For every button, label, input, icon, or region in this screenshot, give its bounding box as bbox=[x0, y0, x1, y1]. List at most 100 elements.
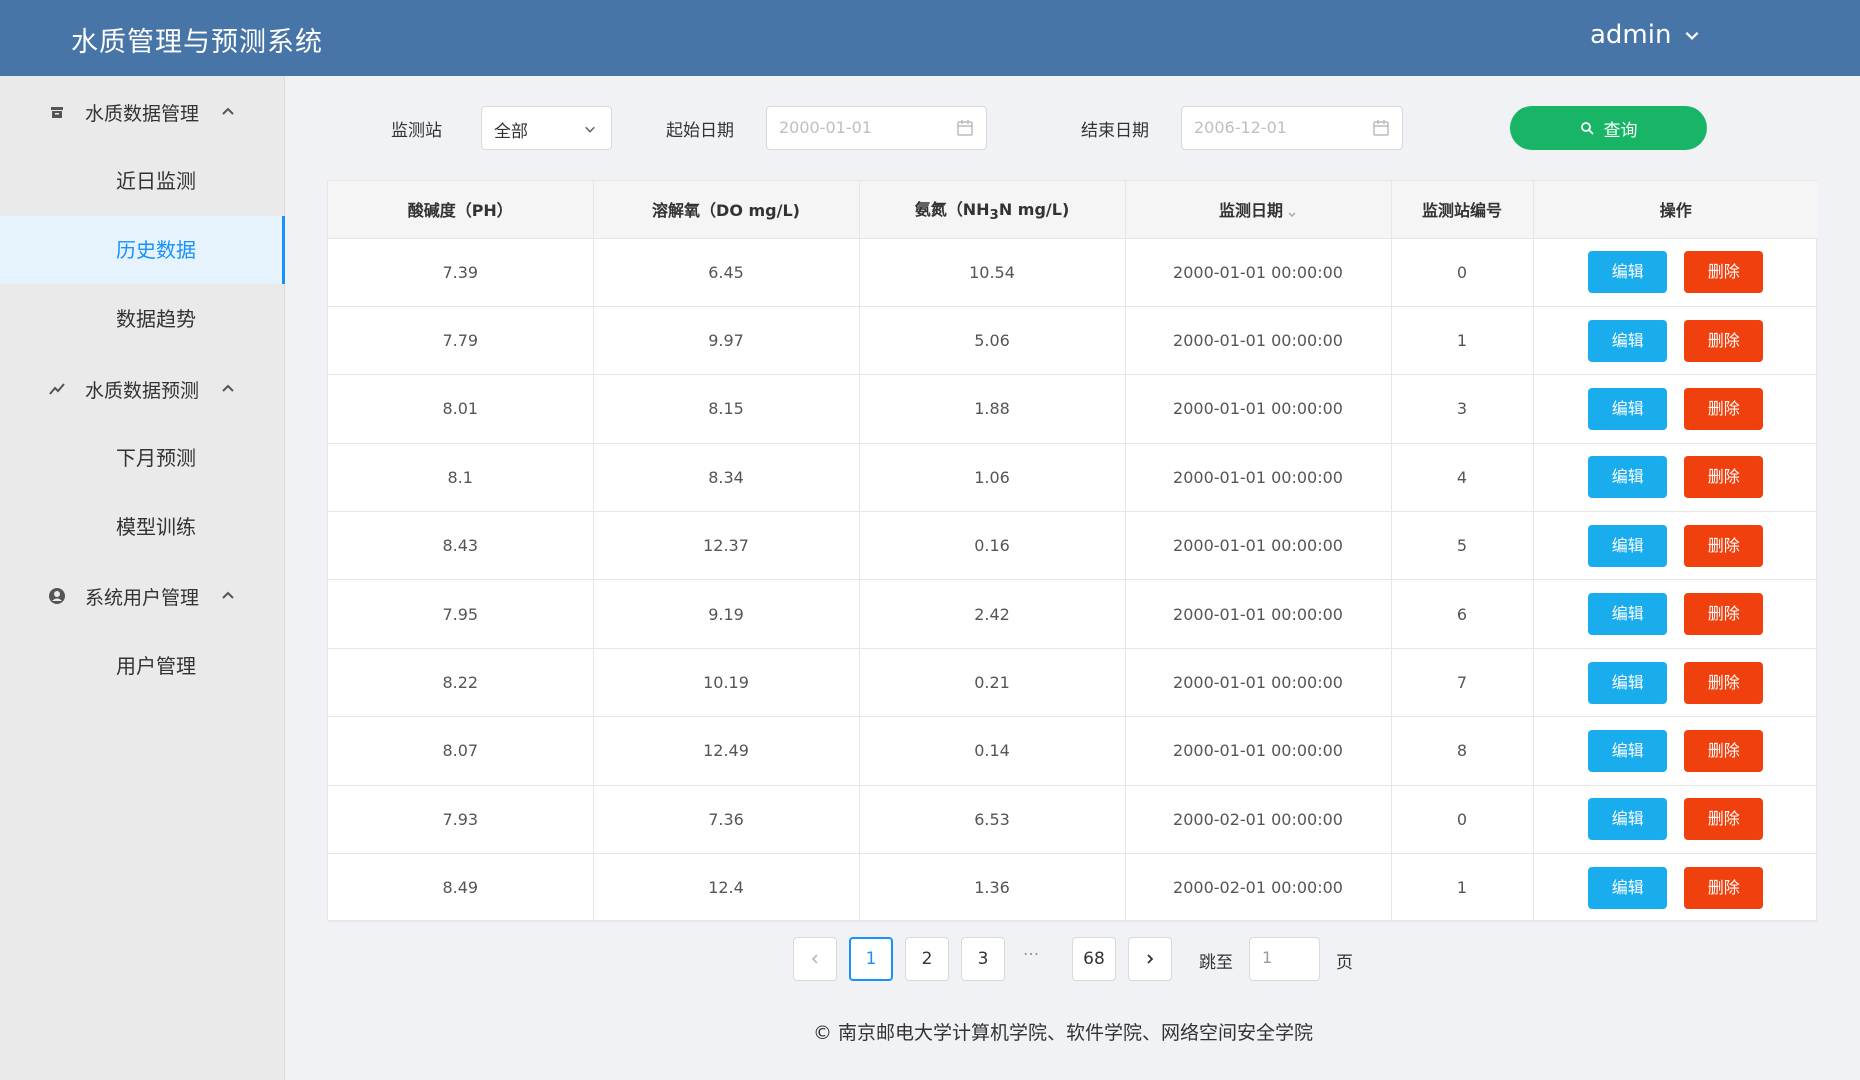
prev-page-button[interactable] bbox=[793, 937, 837, 981]
cell-station: 7 bbox=[1391, 648, 1534, 718]
page-button-1[interactable]: 1 bbox=[849, 937, 893, 981]
edit-button[interactable]: 编辑 bbox=[1588, 729, 1668, 772]
edit-button[interactable]: 编辑 bbox=[1588, 456, 1668, 499]
sidebar-item-data-trend[interactable]: 数据趋势 bbox=[0, 285, 285, 353]
chevron-down-icon bbox=[585, 126, 595, 133]
delete-button[interactable]: 删除 bbox=[1684, 319, 1764, 362]
chevron-up-icon bbox=[222, 591, 234, 599]
cell-ops: 编辑 删除 bbox=[1533, 648, 1818, 718]
end-date-placeholder: 2006-12-01 bbox=[1194, 118, 1287, 137]
cell-ph: 8.1 bbox=[328, 443, 594, 513]
delete-button[interactable]: 删除 bbox=[1684, 661, 1764, 704]
menu-group-label: 水质数据管理 bbox=[85, 102, 200, 125]
table-row: 8.01 8.15 1.88 2000-01-01 00:00:00 3 编辑 删除 bbox=[328, 374, 1818, 444]
sidebar-item-model-training[interactable]: 模型训练 bbox=[0, 493, 285, 561]
chevron-up-icon bbox=[222, 384, 234, 392]
cell-date: 2000-01-01 00:00:00 bbox=[1125, 306, 1392, 376]
cell-do: 9.97 bbox=[593, 306, 860, 376]
edit-button[interactable]: 编辑 bbox=[1588, 798, 1668, 841]
menu-group-prediction[interactable]: 水质数据预测 bbox=[0, 359, 285, 419]
cell-do: 9.19 bbox=[593, 579, 860, 649]
search-icon bbox=[1580, 122, 1594, 135]
cell-nh: 6.53 bbox=[859, 785, 1126, 855]
page-button-2[interactable]: 2 bbox=[905, 937, 949, 981]
cell-date: 2000-01-01 00:00:00 bbox=[1125, 579, 1392, 649]
start-date-input[interactable]: 2000-01-01 bbox=[766, 106, 987, 150]
cell-date: 2000-01-01 00:00:00 bbox=[1125, 511, 1392, 581]
cell-nh: 10.54 bbox=[859, 238, 1126, 307]
calendar-icon bbox=[957, 120, 973, 136]
delete-button[interactable]: 删除 bbox=[1684, 729, 1764, 772]
column-header-ph[interactable]: 酸碱度（PH） bbox=[328, 181, 594, 239]
cell-ph: 7.79 bbox=[328, 306, 594, 376]
end-date-label: 结束日期 bbox=[1081, 121, 1149, 141]
delete-button[interactable]: 删除 bbox=[1684, 866, 1764, 909]
edit-button[interactable]: 编辑 bbox=[1588, 593, 1668, 636]
cell-ops: 编辑 删除 bbox=[1533, 785, 1818, 855]
column-header-date[interactable]: 监测日期 bbox=[1125, 181, 1392, 239]
query-button[interactable]: 查询 bbox=[1510, 106, 1707, 150]
page-suffix: 页 bbox=[1336, 953, 1353, 973]
cell-station: 6 bbox=[1391, 579, 1534, 649]
cell-nh: 1.88 bbox=[859, 374, 1126, 444]
sidebar-item-next-month-forecast[interactable]: 下月预测 bbox=[0, 424, 285, 492]
edit-button[interactable]: 编辑 bbox=[1588, 524, 1668, 567]
station-select[interactable]: 全部 bbox=[481, 106, 612, 150]
column-header-ops: 操作 bbox=[1533, 181, 1818, 239]
table-row: 7.79 9.97 5.06 2000-01-01 00:00:00 1 编辑 删除 bbox=[328, 306, 1818, 376]
next-page-button[interactable] bbox=[1128, 937, 1172, 981]
cell-ops: 编辑 删除 bbox=[1533, 374, 1818, 444]
edit-button[interactable]: 编辑 bbox=[1588, 866, 1668, 909]
sidebar: 水质数据管理 近日监测 历史数据 数据趋势 水质数据预测 下月预测 模型训练 系… bbox=[0, 76, 285, 1080]
delete-button[interactable]: 删除 bbox=[1684, 456, 1764, 499]
sort-icon[interactable] bbox=[1287, 207, 1297, 217]
page-button-last[interactable]: 68 bbox=[1072, 937, 1116, 981]
sidebar-item-recent-monitoring[interactable]: 近日监测 bbox=[0, 147, 285, 215]
cell-ops: 编辑 删除 bbox=[1533, 511, 1818, 581]
edit-button[interactable]: 编辑 bbox=[1588, 387, 1668, 430]
column-header-station[interactable]: 监测站编号 bbox=[1391, 181, 1534, 239]
user-menu[interactable]: admin bbox=[1590, 20, 1701, 50]
column-header-nh3n[interactable]: 氨氮（NH3N mg/L) bbox=[859, 181, 1126, 239]
sidebar-item-history-data[interactable]: 历史数据 bbox=[0, 216, 285, 284]
cell-ph: 8.22 bbox=[328, 648, 594, 718]
page-button-3[interactable]: 3 bbox=[961, 937, 1005, 981]
sidebar-item-user-management[interactable]: 用户管理 bbox=[0, 632, 285, 700]
table-row: 8.07 12.49 0.14 2000-01-01 00:00:00 8 编辑 删除 bbox=[328, 716, 1818, 786]
cell-ph: 8.07 bbox=[328, 716, 594, 786]
delete-button[interactable]: 删除 bbox=[1684, 798, 1764, 841]
cell-station: 8 bbox=[1391, 716, 1534, 786]
station-select-value: 全部 bbox=[494, 122, 528, 142]
edit-button[interactable]: 编辑 bbox=[1588, 251, 1668, 294]
cell-nh: 0.14 bbox=[859, 716, 1126, 786]
table-row: 7.93 7.36 6.53 2000-02-01 00:00:00 0 编辑 删除 bbox=[328, 785, 1818, 855]
end-date-input[interactable]: 2006-12-01 bbox=[1181, 106, 1403, 150]
delete-button[interactable]: 删除 bbox=[1684, 387, 1764, 430]
menu-group-label: 水质数据预测 bbox=[85, 379, 200, 402]
chevron-down-icon bbox=[1686, 31, 1699, 40]
menu-group-user-management[interactable]: 系统用户管理 bbox=[0, 566, 285, 626]
jump-page-input[interactable]: 1 bbox=[1249, 937, 1320, 981]
cell-do: 6.45 bbox=[593, 238, 860, 307]
edit-button[interactable]: 编辑 bbox=[1588, 661, 1668, 704]
cell-station: 1 bbox=[1391, 306, 1534, 376]
cell-station: 0 bbox=[1391, 785, 1534, 855]
table-row: 8.22 10.19 0.21 2000-01-01 00:00:00 7 编辑 删除 bbox=[328, 648, 1818, 718]
cell-do: 8.34 bbox=[593, 443, 860, 513]
cell-station: 4 bbox=[1391, 443, 1534, 513]
cell-do: 7.36 bbox=[593, 785, 860, 855]
table-row: 8.43 12.37 0.16 2000-01-01 00:00:00 5 编辑 删除 bbox=[328, 511, 1818, 581]
cell-ops: 编辑 删除 bbox=[1533, 716, 1818, 786]
cell-ops: 编辑 删除 bbox=[1533, 443, 1818, 513]
edit-button[interactable]: 编辑 bbox=[1588, 319, 1668, 362]
archive-icon bbox=[51, 107, 63, 118]
menu-group-data-management[interactable]: 水质数据管理 bbox=[0, 82, 285, 142]
jump-label: 跳至 bbox=[1199, 953, 1233, 973]
delete-button[interactable]: 删除 bbox=[1684, 593, 1764, 636]
delete-button[interactable]: 删除 bbox=[1684, 251, 1764, 294]
cell-do: 12.4 bbox=[593, 853, 860, 923]
delete-button[interactable]: 删除 bbox=[1684, 524, 1764, 567]
cell-do: 8.15 bbox=[593, 374, 860, 444]
page-ellipsis[interactable]: ··· bbox=[1023, 945, 1039, 965]
column-header-do[interactable]: 溶解氧（DO mg/L) bbox=[593, 181, 860, 239]
